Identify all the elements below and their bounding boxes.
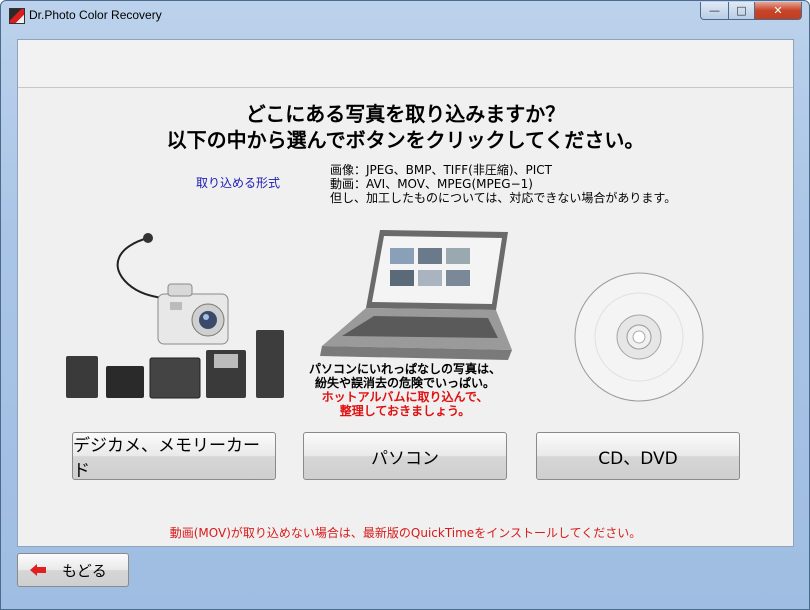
title-bar[interactable]: Dr.Photo Color Recovery — □ ✕ bbox=[1, 1, 809, 31]
app-icon bbox=[9, 8, 25, 24]
cd-disc-icon bbox=[574, 272, 704, 402]
pc-message-black: パソコンにいれっぱなしの写真は、 紛失や誤消去の危険でいっぱい。 bbox=[308, 362, 501, 390]
page-title-line2: 以下の中から選んでボタンをクリックしてください。 bbox=[166, 128, 645, 152]
formats-label: 取り込める形式 bbox=[196, 176, 281, 190]
main-panel: どこにある写真を取り込みますか？ 以下の中から選んでボタンをクリックしてください… bbox=[17, 39, 794, 547]
laptop-icon bbox=[320, 230, 512, 360]
back-button-label: もどる bbox=[62, 561, 107, 580]
window-title: Dr.Photo Color Recovery bbox=[29, 8, 162, 22]
camera-icon bbox=[66, 233, 284, 399]
quicktime-notice: 動画(MOV)が取り込めない場合は、最新版のQuickTimeをインストールして… bbox=[169, 526, 642, 540]
formats-note: 但し、加工したものについては、対応できない場合があります。 bbox=[330, 191, 677, 205]
close-button[interactable]: ✕ bbox=[754, 2, 802, 20]
app-window: Dr.Photo Color Recovery — □ ✕ どこにある写真を取り… bbox=[0, 0, 810, 610]
pc-button[interactable]: パソコン bbox=[303, 432, 507, 480]
maximize-button[interactable]: □ bbox=[728, 2, 755, 20]
page-title-line1: どこにある写真を取り込みますか？ bbox=[245, 102, 566, 126]
camera-memory-card-button[interactable]: デジカメ、メモリーカード bbox=[72, 432, 276, 481]
top-band bbox=[18, 40, 793, 88]
back-button[interactable]: もどる bbox=[17, 553, 129, 587]
cd-dvd-button[interactable]: CD、DVD bbox=[536, 432, 740, 480]
pc-message-red: ホットアルバムに取り込んで、 整理しておきましょう。 bbox=[321, 390, 489, 418]
minimize-button[interactable]: — bbox=[700, 2, 729, 20]
back-arrow-icon bbox=[30, 564, 46, 576]
